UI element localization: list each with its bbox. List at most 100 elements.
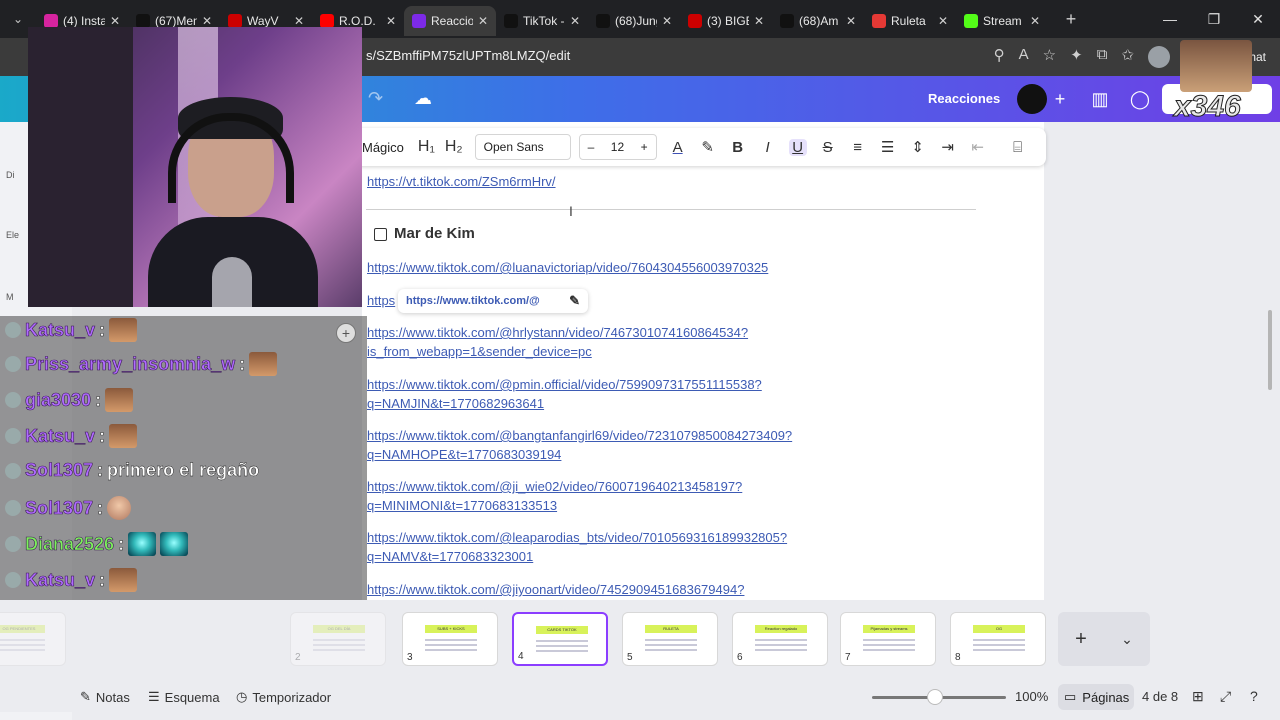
minimize-button[interactable]: — xyxy=(1148,0,1192,38)
font-family-select[interactable]: Open Sans xyxy=(474,134,571,160)
page-thumbnail[interactable]: SUBS + KICKS 3 xyxy=(402,612,498,666)
collaborator-avatar[interactable] xyxy=(1017,84,1047,114)
close-tab-icon[interactable]: ✕ xyxy=(110,14,120,28)
document-title[interactable]: Reacciones xyxy=(928,91,1000,106)
page-thumbnail[interactable]: OG PENDIENTES1 xyxy=(0,612,66,666)
doc-link[interactable]: https://www.tiktok.com/@jiyoonart/video/… xyxy=(367,582,744,597)
close-tab-icon[interactable]: ✕ xyxy=(294,14,304,28)
text-spacing-icon[interactable]: ⇕ xyxy=(909,138,927,156)
close-tab-icon[interactable]: ✕ xyxy=(846,14,856,28)
link-tooltip[interactable]: https://www.tiktok.com/@ ✎ xyxy=(398,289,588,313)
doc-link[interactable]: https://www.tiktok.com/@hrlystann/video/… xyxy=(367,325,748,340)
link-tooltip-url[interactable]: https://www.tiktok.com/@ xyxy=(406,295,540,307)
font-size-value[interactable]: 12 xyxy=(611,140,624,154)
split-screen-icon[interactable]: ⧉ xyxy=(1097,46,1108,68)
insights-icon[interactable]: ▥ xyxy=(1085,84,1115,114)
comments-icon[interactable]: ◯ xyxy=(1125,84,1155,114)
chat-username[interactable]: Katsu_v xyxy=(25,425,96,447)
chat-username[interactable]: gia3030 xyxy=(25,389,92,411)
highlight-icon[interactable]: ✎ xyxy=(699,138,717,156)
browser-tab[interactable]: Ruleta ✕ xyxy=(864,6,956,36)
close-tab-icon[interactable]: ✕ xyxy=(570,14,580,28)
redo-icon[interactable]: ↷ xyxy=(368,88,383,109)
underline-icon[interactable]: U xyxy=(788,138,807,156)
strikethrough-icon[interactable]: S xyxy=(819,139,837,156)
edit-link-icon[interactable]: ✎ xyxy=(569,293,580,309)
add-page-button[interactable]: + xyxy=(1075,628,1087,651)
close-tab-icon[interactable]: ✕ xyxy=(202,14,212,28)
page-thumbnail[interactable]: Reaction regalado 6 xyxy=(732,612,828,666)
new-tab-button[interactable]: + xyxy=(1056,9,1086,30)
rail-label[interactable]: Di xyxy=(6,170,15,180)
collections-icon[interactable]: ✩ xyxy=(1121,46,1134,68)
add-icon[interactable]: + xyxy=(336,323,356,343)
bullet-list-icon[interactable]: ☰ xyxy=(879,138,897,156)
doc-link[interactable]: https://www.tiktok.com/@ji_wie02/video/7… xyxy=(367,479,742,494)
close-tab-icon[interactable]: ✕ xyxy=(1030,14,1040,28)
url-field[interactable]: s/SZBmffiPM75zlUPTm8LMZQ/edit xyxy=(366,48,570,63)
chat-username[interactable]: Priss_army_insomnia_w xyxy=(25,353,236,375)
doc-link[interactable]: https://www.tiktok.com/@pmin.official/vi… xyxy=(367,377,762,392)
rail-label[interactable]: Ele xyxy=(6,230,19,240)
add-collaborator-button[interactable]: + xyxy=(1045,84,1075,114)
close-tab-icon[interactable]: ✕ xyxy=(478,14,488,28)
decrease-size-button[interactable]: – xyxy=(588,140,595,154)
font-size-stepper[interactable]: – 12 + xyxy=(578,134,657,160)
outline-button[interactable]: ☰ Esquema xyxy=(148,689,220,705)
browser-tab[interactable]: (68)Am ✕ xyxy=(772,6,864,36)
cloud-save-icon[interactable]: ☁ xyxy=(414,88,432,109)
chat-username[interactable]: Katsu_v xyxy=(25,569,96,591)
heading-1-button[interactable]: H₁ xyxy=(418,138,435,156)
align-icon[interactable]: ≡ xyxy=(849,139,867,156)
rail-label[interactable]: M xyxy=(6,292,14,302)
format-painter-icon[interactable]: ⌸ xyxy=(1009,139,1027,156)
text-color-icon[interactable]: A xyxy=(669,139,687,156)
browser-tab[interactable]: (3) BIGB ✕ xyxy=(680,6,772,36)
doc-link[interactable]: q=NAMHOPE&t=1770683039194 xyxy=(367,447,561,462)
checkbox[interactable] xyxy=(374,228,387,241)
page-thumbnail[interactable]: RULETA 5 xyxy=(622,612,718,666)
close-tab-icon[interactable]: ✕ xyxy=(386,14,396,28)
favorite-star-icon[interactable]: ☆ xyxy=(1043,46,1056,68)
close-window-button[interactable]: ✕ xyxy=(1236,0,1280,38)
chat-username[interactable]: Katsu_v xyxy=(25,319,96,341)
close-tab-icon[interactable]: ✕ xyxy=(938,14,948,28)
help-icon[interactable]: ? xyxy=(1250,688,1258,704)
chevron-down-icon[interactable]: ⌄ xyxy=(1121,631,1133,648)
read-aloud-icon[interactable]: A xyxy=(1019,46,1029,68)
scrollbar[interactable] xyxy=(1268,310,1272,390)
extensions-icon[interactable]: ✦ xyxy=(1070,46,1083,68)
doc-link[interactable]: q=NAMV&t=1770683323001 xyxy=(367,549,533,564)
zoom-level[interactable]: 100% xyxy=(1015,689,1048,704)
heading-2-button[interactable]: H₂ xyxy=(445,138,463,156)
outdent-icon[interactable]: ⇤ xyxy=(969,138,987,156)
bold-icon[interactable]: B xyxy=(729,139,747,156)
doc-link[interactable]: https xyxy=(367,293,395,308)
doc-link[interactable]: https://www.tiktok.com/@leaparodias_bts/… xyxy=(367,530,787,545)
browser-tab[interactable]: Reaccion ✕ xyxy=(404,6,496,36)
chat-username[interactable]: Diana2526 xyxy=(25,533,115,555)
browser-tab[interactable]: (68)Jung ✕ xyxy=(588,6,680,36)
close-tab-icon[interactable]: ✕ xyxy=(662,14,672,28)
close-tab-icon[interactable]: ✕ xyxy=(754,14,764,28)
doc-link[interactable]: q=NAMJIN&t=1770682963641 xyxy=(367,396,544,411)
page-thumbnail[interactable]: Pijamadas y streams 7 xyxy=(840,612,936,666)
document-page[interactable] xyxy=(362,122,1044,600)
doc-link[interactable]: q=MINIMONI&t=1770683133513 xyxy=(367,498,557,513)
page-thumbnail[interactable]: CARDS TIKTOK 4 xyxy=(512,612,608,666)
italic-icon[interactable]: I xyxy=(759,139,777,156)
page-thumbnail[interactable]: OG DEL DÍA 2 xyxy=(290,612,386,666)
page-thumbnail[interactable]: OG 8 xyxy=(950,612,1046,666)
zoom-slider-knob[interactable] xyxy=(927,689,943,705)
timer-button[interactable]: ◷ Temporizador xyxy=(236,689,331,705)
doc-link[interactable]: https://www.tiktok.com/@bangtanfangirl69… xyxy=(367,428,792,443)
browser-tab[interactable]: Stream ✕ xyxy=(956,6,1048,36)
doc-link[interactable]: is_from_webapp=1&sender_device=pc xyxy=(367,344,592,359)
profile-avatar[interactable] xyxy=(1148,46,1170,68)
chat-username[interactable]: Sol1307 xyxy=(25,460,94,481)
increase-size-button[interactable]: + xyxy=(641,140,648,154)
doc-link[interactable]: https://vt.tiktok.com/ZSm6rmHrv/ xyxy=(367,174,556,189)
magic-write-button[interactable]: Mágico xyxy=(362,140,404,155)
pages-button[interactable]: ▭ Páginas xyxy=(1058,684,1134,710)
notes-button[interactable]: ✎ Notas xyxy=(80,689,130,705)
